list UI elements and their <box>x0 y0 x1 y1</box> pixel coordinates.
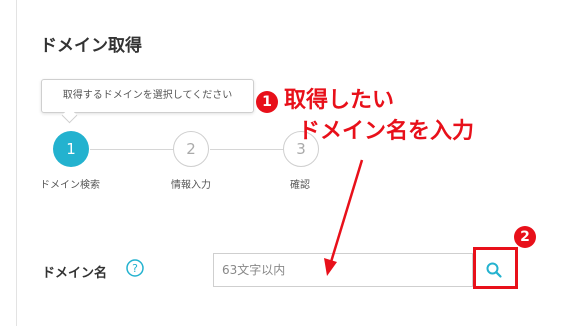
annotation-arrow <box>324 159 364 276</box>
